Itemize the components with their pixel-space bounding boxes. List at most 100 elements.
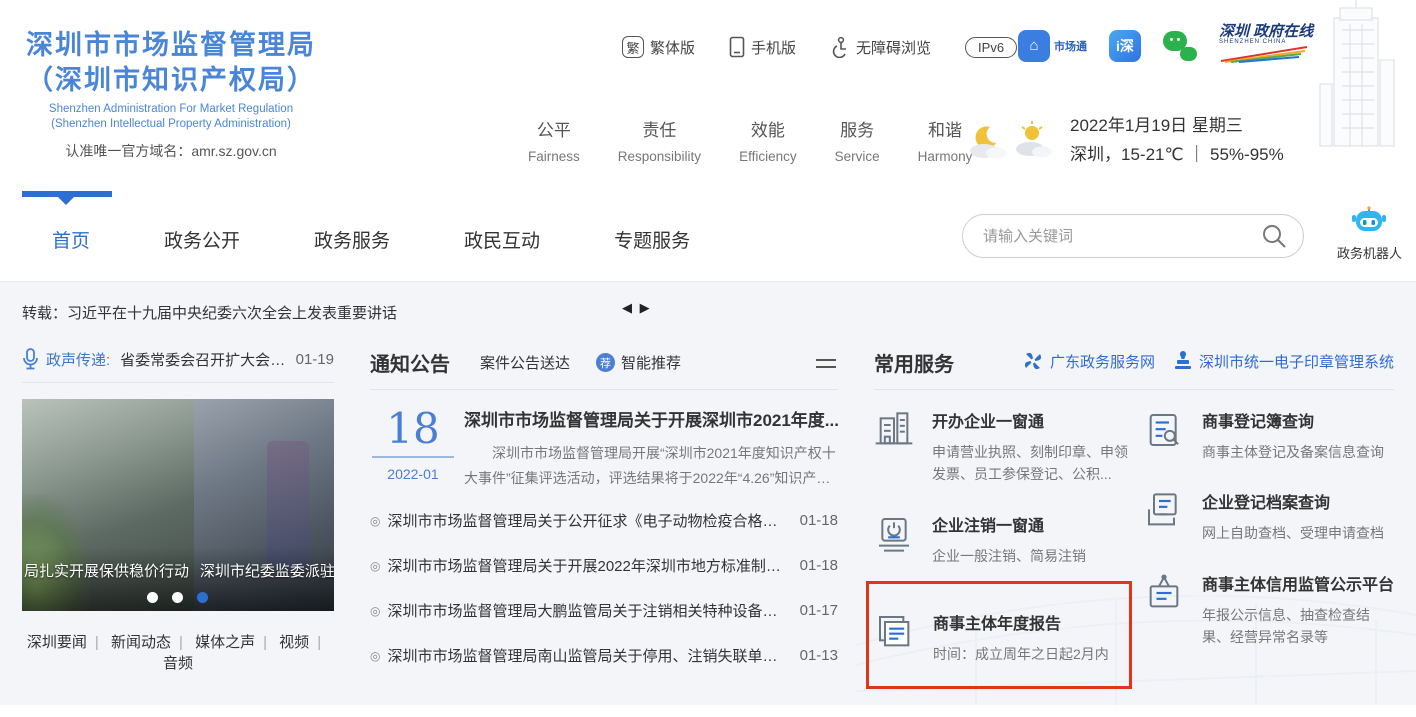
tab-shenzhen-news[interactable]: 深圳要闻 [27,634,87,651]
service-open-business[interactable]: 开办企业一窗通 申请营业执照、刻制印章、申领发票、员工参保登记、公积... [874,408,1132,486]
value-fairness: 公平Fairness [528,116,580,164]
value-efficiency: 效能Efficiency [739,116,797,164]
accessibility-link[interactable]: 无障碍浏览 [830,36,931,58]
content-area: 转载：习近平在十九届中央纪委六次全会上发表重要讲话 ◀ ▶ 政声传递: 省委常委… [0,282,1416,705]
site-title-cn: 深圳市市场监督管理局 [26,28,316,63]
weather-icons [966,119,1056,163]
accessibility-icon [830,36,850,58]
voice-headline[interactable]: 省委常委会召开扩大会议 听... [120,349,287,370]
wechat-icon[interactable] [1163,31,1197,61]
robot-label: 政务机器人 [1337,243,1402,262]
carousel-dot-1[interactable] [147,592,158,603]
tab-media-voice[interactable]: 媒体之声 [195,634,255,651]
more-menu-icon[interactable] [816,354,836,373]
notice-row: ◎ 深圳市市场监督管理局大鹏监管局关于注销相关特种设备的... 01-17 [370,588,838,633]
archive-box-icon [1144,489,1188,544]
notice-list: ◎ 深圳市市场监督管理局关于公开征求《电子动物检疫合格证... 01-18 ◎ … [370,498,838,678]
smart-recommend-link[interactable]: 荐 智能推荐 [596,352,681,373]
featured-notice[interactable]: 18 2022-01 深圳市市场监督管理局关于开展深圳市2021年度... 深圳… [370,406,838,490]
notice-date: 01-18 [800,557,838,574]
site-title-cn2: （深圳市知识产权局） [26,63,316,98]
notice-title[interactable]: 深圳市市场监督管理局关于开展2022年深圳市地方标准制修... [387,555,785,576]
microphone-icon [22,348,39,370]
notice-title[interactable]: 深圳市市场监督管理局大鹏监管局关于注销相关特种设备的... [387,600,785,621]
search-box[interactable] [962,214,1304,258]
nav-item-gov-services[interactable]: 政务服务 [314,226,390,253]
photo-carousel[interactable]: 局扎实开展保供稳价行动 深圳市纪委监委派驻三... [22,399,334,611]
utility-bar: 繁 繁体版 手机版 无障碍浏览 IPv6 [622,36,1017,58]
shichangtong-icon: ⌂ [1018,30,1050,62]
tab-video[interactable]: 视频 [279,634,309,651]
voice-date: 01-19 [296,351,334,368]
service-annual-report[interactable]: 商事主体年度报告 时间：成立周年之日起2月内 [875,610,1115,665]
ishenzhen-app-icon[interactable]: i深 [1109,30,1141,62]
featured-title[interactable]: 深圳市市场监督管理局关于开展深圳市2021年度... [464,406,838,431]
core-values-row: 公平Fairness 责任Responsibility 效能Efficiency… [528,116,972,164]
traditional-chinese-link[interactable]: 繁 繁体版 [622,36,695,58]
notice-row: ◎ 深圳市市场监督管理局关于开展2022年深圳市地方标准制修... 01-18 [370,543,838,588]
carousel-caption-left[interactable]: 局扎实开展保供稳价行动 [24,560,189,581]
mobile-version-link[interactable]: 手机版 [729,36,796,58]
shenzhen-china-logo[interactable]: 深圳 政府在线 SHENZHEN CHINA [1219,24,1313,67]
notices-divider [370,389,838,390]
carousel-dots [22,592,334,603]
services-header: 常用服务 广东政务服务网 [874,348,1394,377]
weather-info: 深圳，15-21℃ ｜ 55%-95% [1070,141,1284,170]
notice-title[interactable]: 深圳市市场监督管理局南山监管局关于停用、注销失联单位... [387,645,785,666]
company-building-icon [874,408,918,486]
main-navigation: 首页 政务公开 政务服务 政民互动 专题服务 政务 [0,186,1416,282]
building-sketch [1304,0,1404,150]
service-archive-query[interactable]: 企业登记档案查询 网上自助查档、受理申请查档 [1144,489,1394,544]
ticker-text[interactable]: 转载：习近平在十九届中央纪委六次全会上发表重要讲话 [22,305,397,322]
phone-icon [729,36,745,58]
nav-item-special-services[interactable]: 专题服务 [614,226,690,253]
ticker-prev-arrow[interactable]: ◀ [622,300,634,315]
tab-news-updates[interactable]: 新闻动态 [111,634,171,651]
case-announcement-link[interactable]: 案件公告送达 [480,352,570,373]
tab-audio[interactable]: 音频 [163,655,193,672]
search-input[interactable] [983,228,1261,245]
stamp-icon [1173,351,1193,371]
service-business-deregistration[interactable]: 企业注销一窗通 企业一般注销、简易注销 [874,512,1132,567]
carousel-dot-3[interactable] [197,592,208,603]
placard-icon [1144,571,1188,649]
gov-robot-entry[interactable]: 政务机器人 [1337,206,1402,262]
search-icon[interactable] [1261,223,1287,249]
services-column: 常用服务 广东政务服务网 [874,348,1394,699]
notice-row: ◎ 深圳市市场监督管理局南山监管局关于停用、注销失联单位... 01-13 [370,633,838,678]
service-registry-query[interactable]: 商事登记簿查询 商事主体登记及备案信息查询 [1144,408,1394,463]
weather-date: 2022年1月19日 星期三 [1070,112,1284,141]
value-service: 服务Service [835,116,880,164]
carousel-dot-2[interactable] [172,592,183,603]
notices-column: 通知公告 案件公告送达 荐 智能推荐 18 2022-01 深圳市市场监 [370,348,838,699]
active-tab-arrow [58,197,74,213]
document-search-icon [1144,408,1188,463]
nav-item-gov-disclosure[interactable]: 政务公开 [164,226,240,253]
ipv6-badge[interactable]: IPv6 [965,37,1017,58]
news-column: 政声传递: 省委常委会召开扩大会议 听... 01-19 局扎实开展保供稳价行动… [22,348,334,699]
notice-date: 01-13 [800,647,838,664]
guangdong-gov-service-link[interactable]: 广东政务服务网 [1022,350,1155,372]
services-divider [874,389,1394,390]
voice-label[interactable]: 政声传递: [46,349,110,370]
notice-date: 01-17 [800,602,838,619]
electronic-seal-system-link[interactable]: 深圳市统一电子印章管理系统 [1173,351,1394,372]
notice-title[interactable]: 深圳市市场监督管理局关于公开征求《电子动物检疫合格证... [387,510,785,531]
traditional-icon: 繁 [622,36,644,58]
notices-title: 通知公告 [370,348,450,377]
app-icons-row: ⌂ 市场通 i深 深圳 政府在线 SHENZHEN CHINA [1018,24,1313,67]
featured-body: 深圳市市场监督管理局关于开展深圳市2021年度... 深圳市市场监督管理局开展“… [464,406,838,490]
value-responsibility: 责任Responsibility [618,116,701,164]
service-credit-platform[interactable]: 商事主体信用监管公示平台 年报公示信息、抽查检查结果、经营异常名录等 [1144,571,1394,649]
official-domain-note: 认准唯一官方域名：amr.sz.gov.cn [26,141,316,161]
site-logo[interactable]: 深圳市市场监督管理局 （深圳市知识产权局） Shenzhen Administr… [26,28,316,161]
ticker-next-arrow[interactable]: ▶ [640,300,652,315]
shichangtong-app[interactable]: ⌂ 市场通 [1018,30,1087,62]
nav-item-home[interactable]: 首页 [52,226,90,253]
nav-item-interaction[interactable]: 政民互动 [464,226,540,253]
flower-icon [1022,350,1044,372]
site-header: 深圳市市场监督管理局 （深圳市知识产权局） Shenzhen Administr… [0,0,1416,186]
value-harmony: 和谐Harmony [918,116,973,164]
featured-summary: 深圳市市场监督管理局开展“深圳市2021年度知识产权十大事件”征集评选活动，评选… [464,441,838,490]
carousel-caption-right[interactable]: 深圳市纪委监委派驻三... [200,560,334,581]
